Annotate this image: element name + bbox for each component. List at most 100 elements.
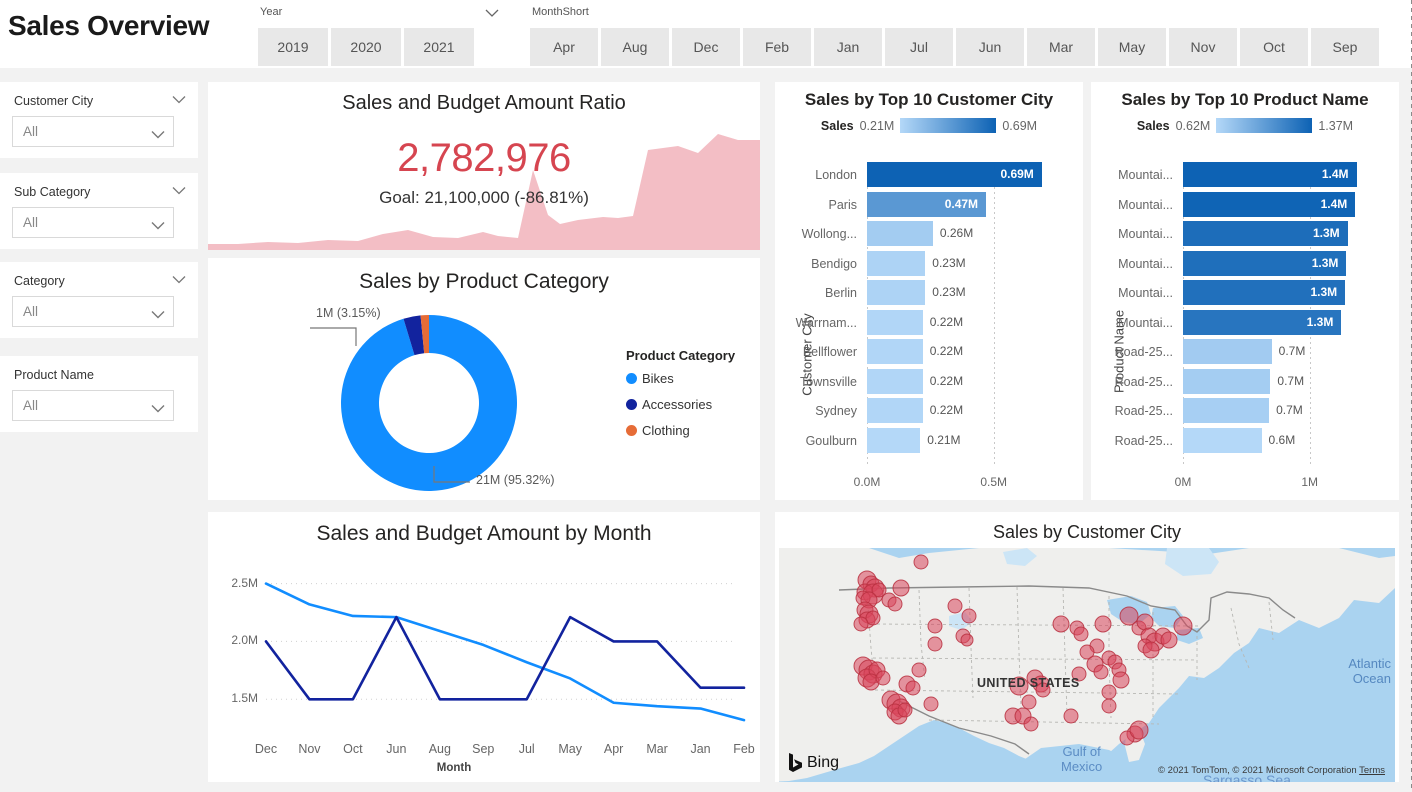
chevron-down-icon[interactable] <box>151 217 165 235</box>
chart-sales-budget-by-month[interactable]: Sales and Budget Amount by Month 1.5M2.0… <box>208 512 760 782</box>
slicer-dropdown[interactable]: All <box>12 296 174 327</box>
city-bar[interactable] <box>867 369 923 394</box>
city-category-label[interactable]: Townsville <box>775 375 857 389</box>
map-bubble[interactable] <box>1024 717 1038 731</box>
slicer-category[interactable]: CategoryAll <box>0 262 198 338</box>
slicer-year-options[interactable]: 201920202021 <box>258 28 474 66</box>
month-option-Mar[interactable]: Mar <box>1027 28 1095 66</box>
product-category-label[interactable]: Mountai... <box>1091 168 1173 182</box>
product-category-label[interactable]: Road-25... <box>1091 404 1173 418</box>
product-category-label[interactable]: Mountai... <box>1091 316 1173 330</box>
product-category-label[interactable]: Mountai... <box>1091 257 1173 271</box>
month-option-Sep[interactable]: Sep <box>1311 28 1379 66</box>
city-category-label[interactable]: Goulburn <box>775 434 857 448</box>
month-option-Jul[interactable]: Jul <box>885 28 953 66</box>
line-xtick[interactable]: Mar <box>633 742 681 756</box>
map-bubble[interactable] <box>876 671 890 685</box>
map-bubble[interactable] <box>1102 685 1116 699</box>
chart-sales-by-top10-customer-city[interactable]: Sales by Top 10 Customer City Sales 0.21… <box>775 82 1083 500</box>
map-bubble[interactable] <box>1130 721 1148 739</box>
map-bubble[interactable] <box>906 681 920 695</box>
year-option-2020[interactable]: 2020 <box>331 28 401 66</box>
product-bar[interactable] <box>1183 339 1272 364</box>
slicer-sub-category[interactable]: Sub CategoryAll <box>0 173 198 249</box>
map-bubble[interactable] <box>1174 617 1192 635</box>
line-xtick[interactable]: Jul <box>503 742 551 756</box>
slicer-year[interactable]: Year 201920202021 <box>258 6 503 66</box>
city-bars-plot[interactable]: 0.0M0.5MLondon0.69MParis0.47MWollong...0… <box>775 162 1083 492</box>
map-bubble[interactable] <box>1022 695 1036 709</box>
city-category-label[interactable]: London <box>775 168 857 182</box>
chevron-down-icon[interactable] <box>485 8 499 18</box>
month-option-Apr[interactable]: Apr <box>530 28 598 66</box>
line-xtick[interactable]: May <box>546 742 594 756</box>
map-bubble[interactable] <box>888 597 902 611</box>
line-xtick[interactable]: Jan <box>677 742 725 756</box>
product-bar[interactable] <box>1183 369 1270 394</box>
chevron-down-icon[interactable] <box>151 126 165 144</box>
slicer-dropdown[interactable]: All <box>12 207 174 238</box>
month-option-Jan[interactable]: Jan <box>814 28 882 66</box>
month-option-Nov[interactable]: Nov <box>1169 28 1237 66</box>
product-category-label[interactable]: Mountai... <box>1091 227 1173 241</box>
slicer-dropdown[interactable]: All <box>12 116 174 147</box>
product-bars-plot[interactable]: 0M1MMountai...1.4MMountai...1.4MMountai.… <box>1091 162 1399 492</box>
map-bubble[interactable] <box>948 599 962 613</box>
map-bubble[interactable] <box>898 703 912 717</box>
product-bar[interactable] <box>1183 428 1262 453</box>
bing-logo[interactable]: Bing <box>789 753 839 772</box>
map-sales-by-customer-city[interactable]: Sales by Customer City <box>775 512 1399 782</box>
map-bubble[interactable] <box>854 617 868 631</box>
legend-item-clothing[interactable]: Clothing <box>626 423 735 438</box>
city-bar[interactable] <box>867 339 923 364</box>
year-option-2019[interactable]: 2019 <box>258 28 328 66</box>
month-option-Dec[interactable]: Dec <box>672 28 740 66</box>
month-option-Aug[interactable]: Aug <box>601 28 669 66</box>
chart-sales-by-top10-product-name[interactable]: Sales by Top 10 Product Name Sales 0.62M… <box>1091 82 1399 500</box>
map-bubble[interactable] <box>928 619 942 633</box>
product-bar[interactable] <box>1183 398 1269 423</box>
line-xtick[interactable]: Nov <box>285 742 333 756</box>
city-category-label[interactable]: Wollong... <box>775 227 857 241</box>
kpi-card-sales-budget-ratio[interactable]: Sales and Budget Amount Ratio 2,782,976 … <box>208 82 760 250</box>
chevron-down-icon[interactable] <box>151 306 165 324</box>
city-category-label[interactable]: Berlin <box>775 286 857 300</box>
map-bubble[interactable] <box>1161 632 1177 648</box>
map-bubble[interactable] <box>1143 642 1159 658</box>
year-option-2021[interactable]: 2021 <box>404 28 474 66</box>
month-option-May[interactable]: May <box>1098 28 1166 66</box>
line-xtick[interactable]: Sep <box>459 742 507 756</box>
slicer-product-name[interactable]: Product NameAll <box>0 356 198 432</box>
map-bubble[interactable] <box>1113 672 1129 688</box>
line-xtick[interactable]: Oct <box>329 742 377 756</box>
slicer-dropdown[interactable]: All <box>12 390 174 421</box>
map-bubble[interactable] <box>962 609 976 623</box>
city-bar[interactable] <box>867 428 920 453</box>
city-category-label[interactable]: Paris <box>775 198 857 212</box>
city-category-label[interactable]: Bendigo <box>775 257 857 271</box>
map-terms-link[interactable]: Terms <box>1359 765 1385 776</box>
city-bar[interactable] <box>867 251 925 276</box>
product-category-label[interactable]: Mountai... <box>1091 198 1173 212</box>
chevron-down-icon[interactable] <box>151 400 165 418</box>
slicer-customer-city[interactable]: Customer CityAll <box>0 82 198 158</box>
map-bubble[interactable] <box>928 637 942 651</box>
city-bar[interactable] <box>867 310 923 335</box>
line-xtick[interactable]: Jun <box>372 742 420 756</box>
map-canvas[interactable]: AtlanticOcean Gulf ofMexico Sargasso Sea… <box>779 548 1395 782</box>
city-category-label[interactable]: Bellflower <box>775 345 857 359</box>
line-xtick[interactable]: Dec <box>242 742 290 756</box>
city-category-label[interactable]: Sydney <box>775 404 857 418</box>
map-bubble[interactable] <box>1094 665 1108 679</box>
map-bubble[interactable] <box>893 580 909 596</box>
product-category-label[interactable]: Road-25... <box>1091 434 1173 448</box>
map-bubble[interactable] <box>961 634 973 646</box>
slicer-monthshort-options[interactable]: AprAugDecFebJanJulJunMarMayNovOctSep <box>530 28 1379 66</box>
city-bar[interactable] <box>867 221 933 246</box>
map-bubble[interactable] <box>1053 616 1069 632</box>
chevron-down-icon[interactable] <box>172 186 186 195</box>
map-bubble[interactable] <box>914 555 928 569</box>
map-bubble[interactable] <box>1064 709 1078 723</box>
city-category-label[interactable]: Warrnam... <box>775 316 857 330</box>
map-bubble[interactable] <box>1137 614 1153 630</box>
